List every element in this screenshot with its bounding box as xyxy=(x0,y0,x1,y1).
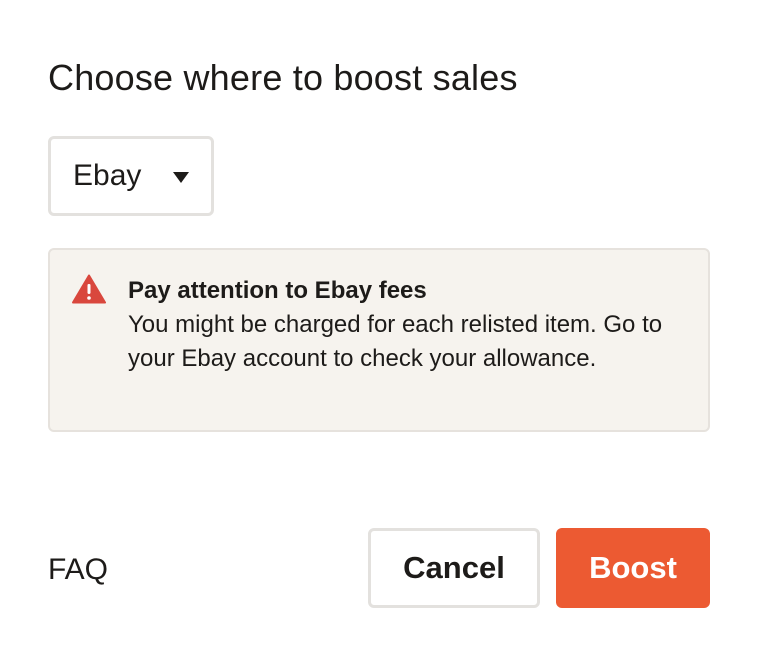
boost-button[interactable]: Boost xyxy=(556,528,710,608)
boost-dialog: Choose where to boost sales Ebay Pay att… xyxy=(0,0,758,656)
platform-select-value: Ebay xyxy=(73,159,142,192)
notice-body: Pay attention to Ebay fees You might be … xyxy=(128,274,688,376)
notice-title: Pay attention to Ebay fees xyxy=(128,277,427,304)
chevron-down-icon xyxy=(173,172,189,183)
dialog-title: Choose where to boost sales xyxy=(48,57,518,98)
platform-select[interactable]: Ebay xyxy=(48,136,214,216)
notice-text: You might be charged for each relisted i… xyxy=(128,311,663,372)
fees-warning-notice: Pay attention to Ebay fees You might be … xyxy=(48,248,710,432)
warning-triangle-icon xyxy=(72,274,106,304)
cancel-button[interactable]: Cancel xyxy=(368,528,540,608)
faq-link[interactable]: FAQ xyxy=(48,553,108,587)
